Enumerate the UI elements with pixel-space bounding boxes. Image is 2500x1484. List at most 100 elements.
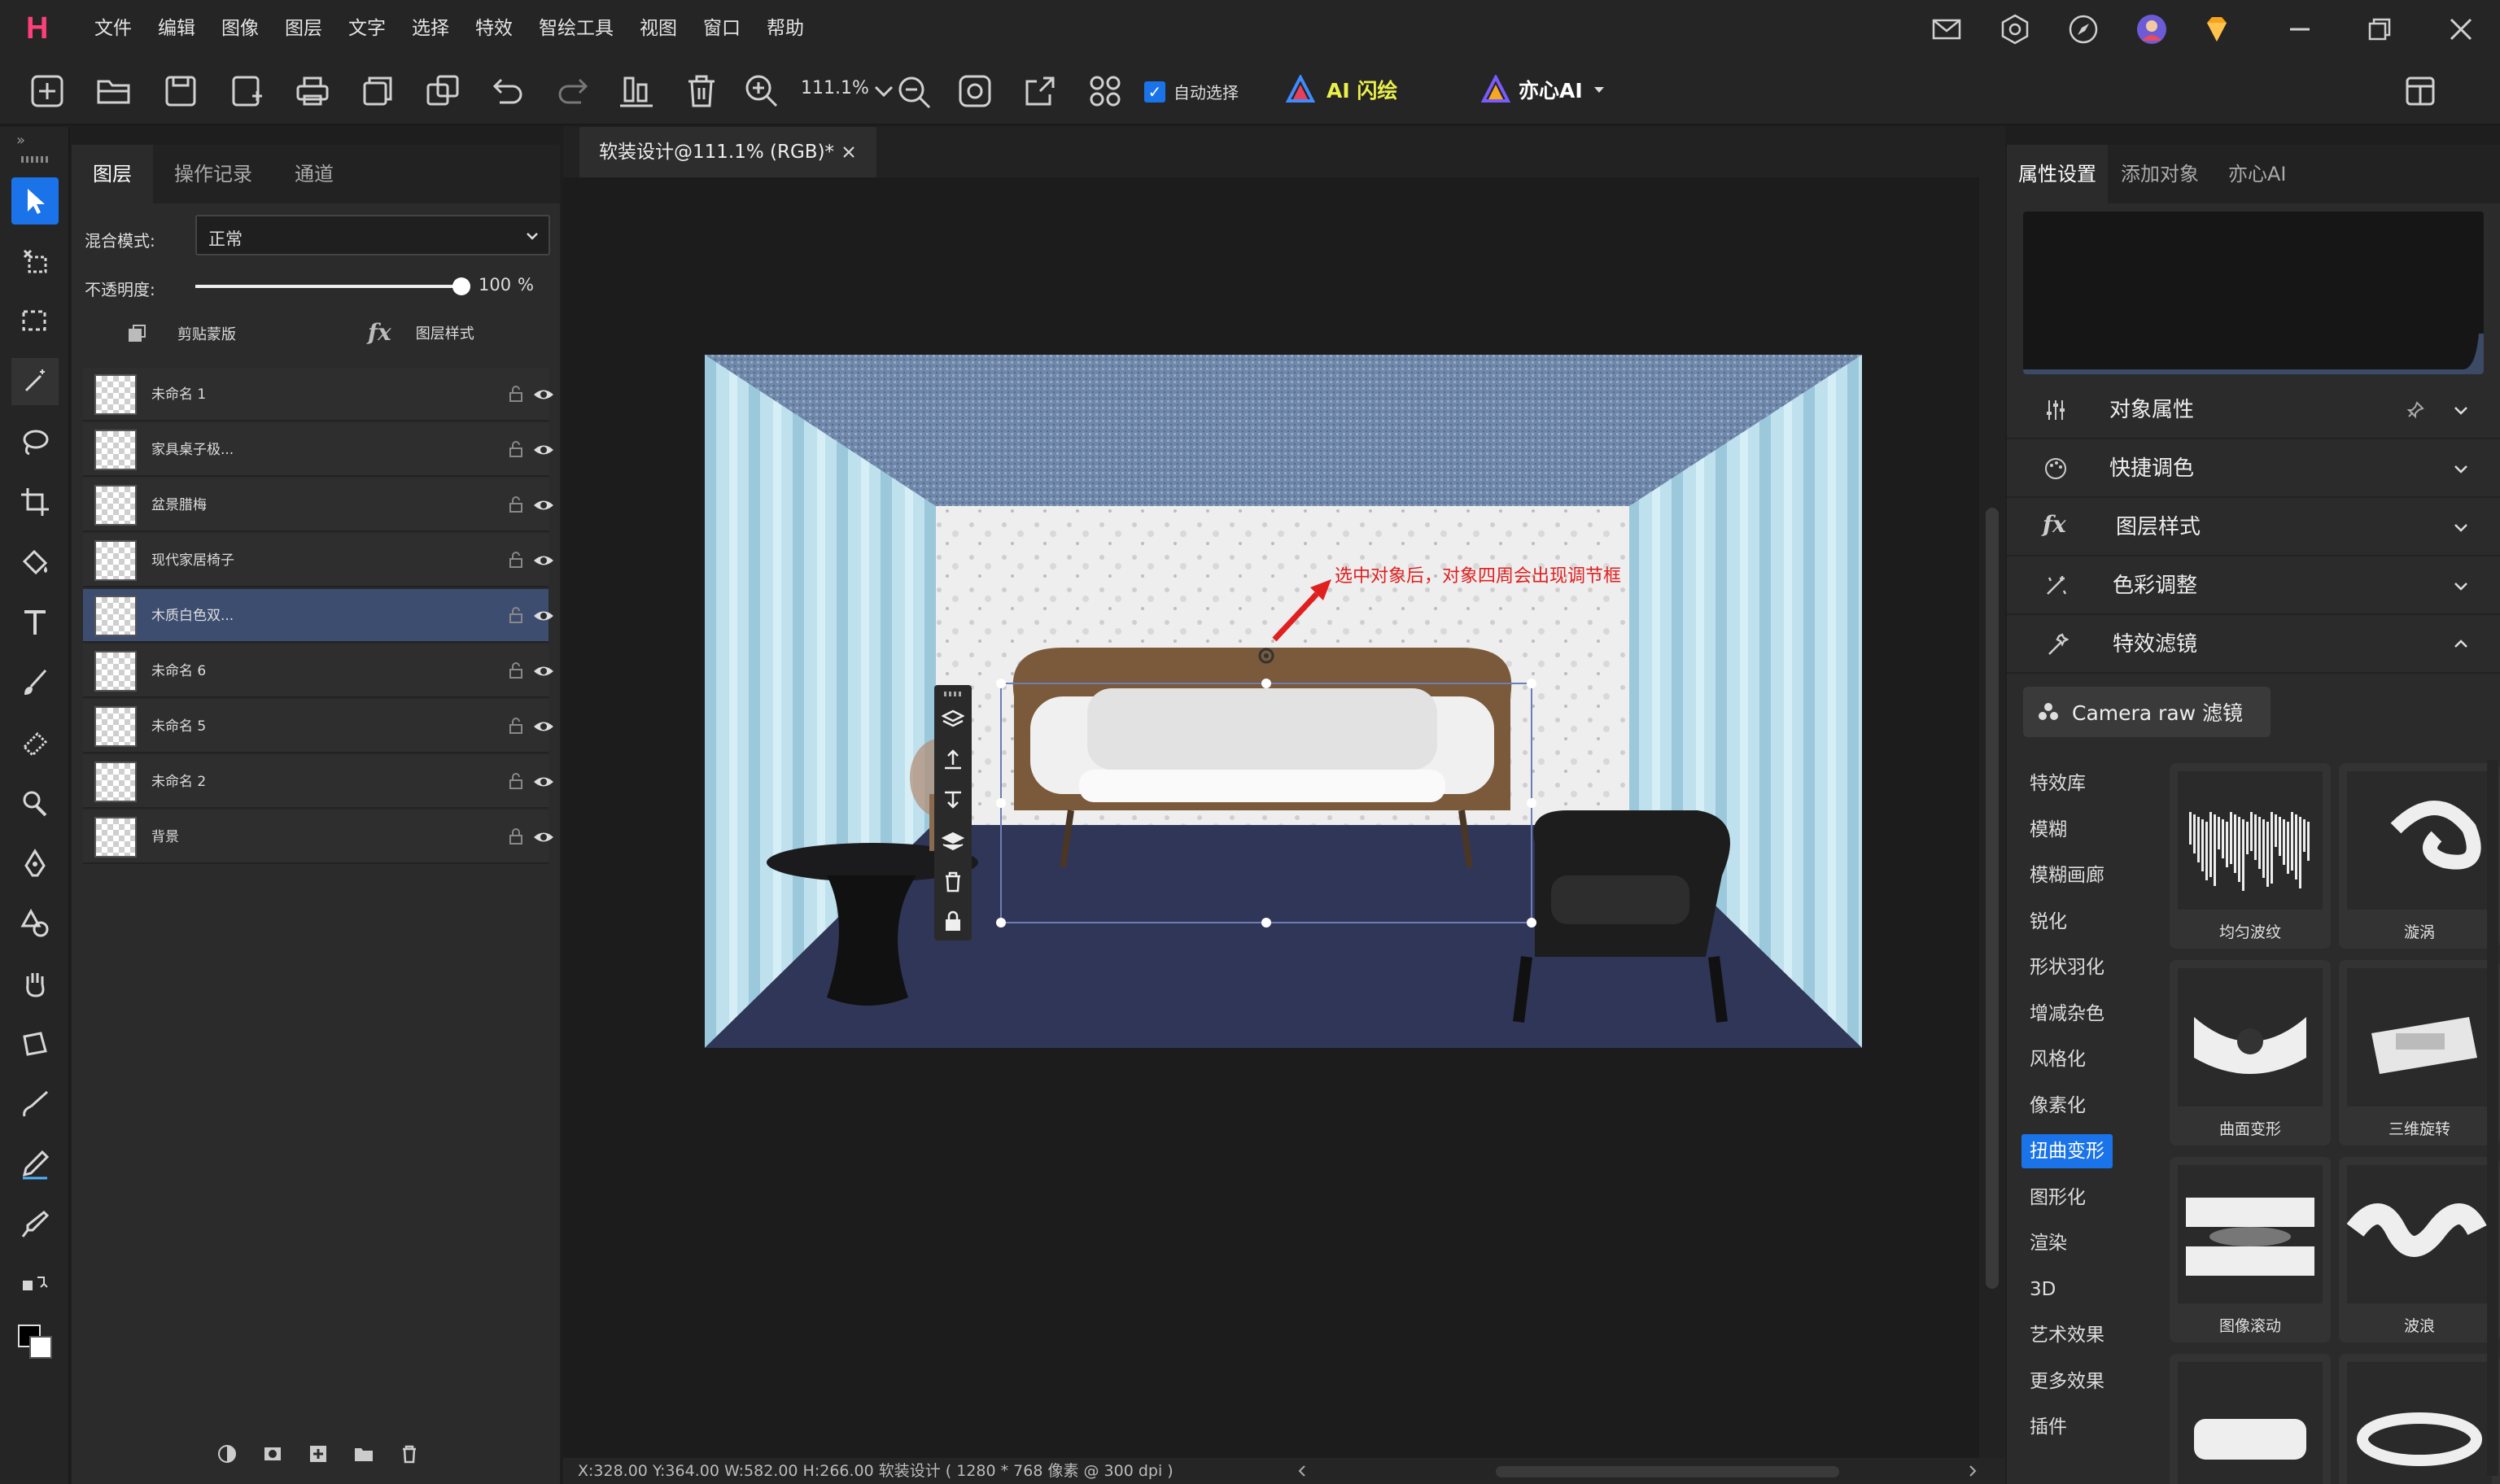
blend-mode-select[interactable]: 正常 [195,215,550,255]
visibility-eye-icon[interactable] [532,384,555,405]
compass-icon[interactable] [2067,13,2100,46]
smudge-tool-icon[interactable] [11,1080,59,1128]
yixin-ai-button[interactable]: 亦心AI [1481,75,1607,104]
layer-row[interactable]: 未命名 6 [83,644,553,698]
unlock-icon[interactable] [506,384,526,404]
effect-category-item[interactable]: 插件 [2021,1410,2075,1444]
effect-category-item[interactable]: 渲染 [2021,1226,2075,1260]
menu-item[interactable]: 编辑 [145,0,208,57]
shape-tool-icon[interactable] [11,900,59,947]
tab-channels[interactable]: 通道 [273,145,355,203]
move-tool-icon[interactable] [11,177,59,225]
ai-flash-button[interactable]: AI 闪绘 [1286,75,1397,104]
move-up-icon[interactable] [942,749,964,771]
effect-thumbnail[interactable]: 曲面变形 [2170,960,2331,1146]
swap-colors-icon[interactable] [11,1261,59,1308]
visibility-eye-icon[interactable] [532,771,555,792]
zoom-out-icon[interactable] [894,72,933,111]
effect-category-item[interactable]: 锐化 [2021,905,2075,939]
section-quick-color[interactable]: 快捷调色 [2007,439,2500,498]
mail-icon[interactable] [1930,13,1963,46]
collapse-icon[interactable]: » [16,132,25,149]
save-as-icon[interactable] [228,72,267,111]
undo-icon[interactable] [488,72,527,111]
unlock-icon[interactable] [506,439,526,459]
visibility-eye-icon[interactable] [532,716,555,737]
save-icon[interactable] [161,72,200,111]
effects-scrollbar[interactable] [2487,760,2498,1476]
menu-item[interactable]: 文字 [335,0,399,57]
effect-thumbnail[interactable] [2170,1354,2331,1484]
effect-category-item[interactable]: 艺术效果 [2021,1318,2113,1352]
menu-item[interactable]: 窗口 [690,0,754,57]
opacity-slider-handle[interactable] [452,277,470,295]
menu-item[interactable]: 帮助 [754,0,817,57]
effect-thumbnail[interactable]: 三维旋转 [2339,960,2500,1146]
text-tool-icon[interactable] [11,599,59,646]
magic-wand-icon[interactable] [11,358,59,405]
horizontal-scrollbar-thumb[interactable] [1496,1466,1839,1477]
transform-tool-icon[interactable] [11,1020,59,1067]
visibility-eye-icon[interactable] [532,550,555,571]
print-icon[interactable] [293,72,332,111]
delete-object-icon[interactable] [942,871,964,893]
unlock-icon[interactable] [506,716,526,735]
pen-tool-icon[interactable] [11,840,59,887]
vertical-scrollbar[interactable] [1979,177,2005,1458]
menu-item[interactable]: 选择 [399,0,462,57]
align-icon[interactable] [617,72,656,111]
visibility-eye-icon[interactable] [532,605,555,626]
smart-select-icon[interactable] [11,238,59,285]
effect-category-item[interactable]: 形状羽化 [2021,950,2113,984]
layer-row[interactable]: 家具桌子极... [83,423,553,477]
vertical-scrollbar-thumb[interactable] [1986,508,1999,1289]
vip-gem-icon[interactable] [2201,13,2233,46]
effect-category-item[interactable]: 模糊 [2021,813,2075,847]
hand-tool-icon[interactable] [11,960,59,1007]
clip-mask-button[interactable]: 剪贴蒙版 [125,322,236,345]
new-group-icon[interactable] [353,1443,374,1464]
effect-category-item[interactable]: 模糊画廊 [2021,858,2113,893]
background-color[interactable] [29,1336,52,1359]
open-folder-icon[interactable] [94,72,133,111]
zoom-level[interactable]: 111.1% [801,78,869,98]
effect-category-item[interactable]: 增减杂色 [2021,997,2113,1031]
visibility-eye-icon[interactable] [532,661,555,682]
effect-category-item[interactable]: 图形化 [2021,1181,2094,1215]
send-back-icon[interactable] [942,830,964,853]
zoom-in-icon[interactable] [742,72,781,111]
menu-item[interactable]: 特效 [462,0,526,57]
auto-select-toggle[interactable]: ✓ 自动选择 [1144,80,1239,103]
delete-icon[interactable] [682,72,721,111]
layer-stack-icon[interactable] [942,708,964,731]
effect-thumbnail[interactable]: 漩涡 [2339,763,2500,949]
minimize-icon[interactable] [2284,13,2316,46]
effect-thumbnail[interactable]: 图像滚动 [2170,1157,2331,1342]
close-tab-icon[interactable] [841,144,857,160]
duplicate-icon[interactable] [358,72,397,111]
canvas-image[interactable]: 选中对象后，对象四周会出现调节框 [705,355,1862,1048]
effect-thumbnail[interactable]: 波浪 [2339,1157,2500,1342]
layer-row[interactable]: 盆景腊梅 [83,478,553,532]
layer-row[interactable]: 现代家居椅子 [83,534,553,587]
unlock-icon[interactable] [506,550,526,570]
panel-layout-icon[interactable] [2401,72,2440,111]
pin-icon[interactable] [2406,400,2425,420]
grip-icon[interactable] [21,156,49,163]
move-down-icon[interactable] [942,789,964,812]
section-layer-style[interactable]: fx 图层样式 [2007,498,2500,556]
delete-layer-icon[interactable] [399,1443,420,1464]
effect-category-item[interactable]: 扭曲变形 [2021,1134,2113,1168]
new-layer-icon[interactable] [308,1443,329,1464]
lock-icon[interactable] [506,827,526,846]
section-color-adjust[interactable]: 色彩调整 [2007,556,2500,615]
copy-layer-icon[interactable] [423,72,462,111]
menu-item[interactable]: 图层 [272,0,335,57]
effect-category-item[interactable]: 3D [2021,1272,2064,1307]
menu-item[interactable]: 视图 [627,0,690,57]
redo-icon[interactable] [553,72,592,111]
effect-category-item[interactable]: 特效库 [2021,766,2094,801]
tab-layers[interactable]: 图层 [72,145,153,203]
floating-toolbar-grip-icon[interactable] [944,692,962,696]
effect-category-item[interactable]: 像素化 [2021,1089,2094,1123]
